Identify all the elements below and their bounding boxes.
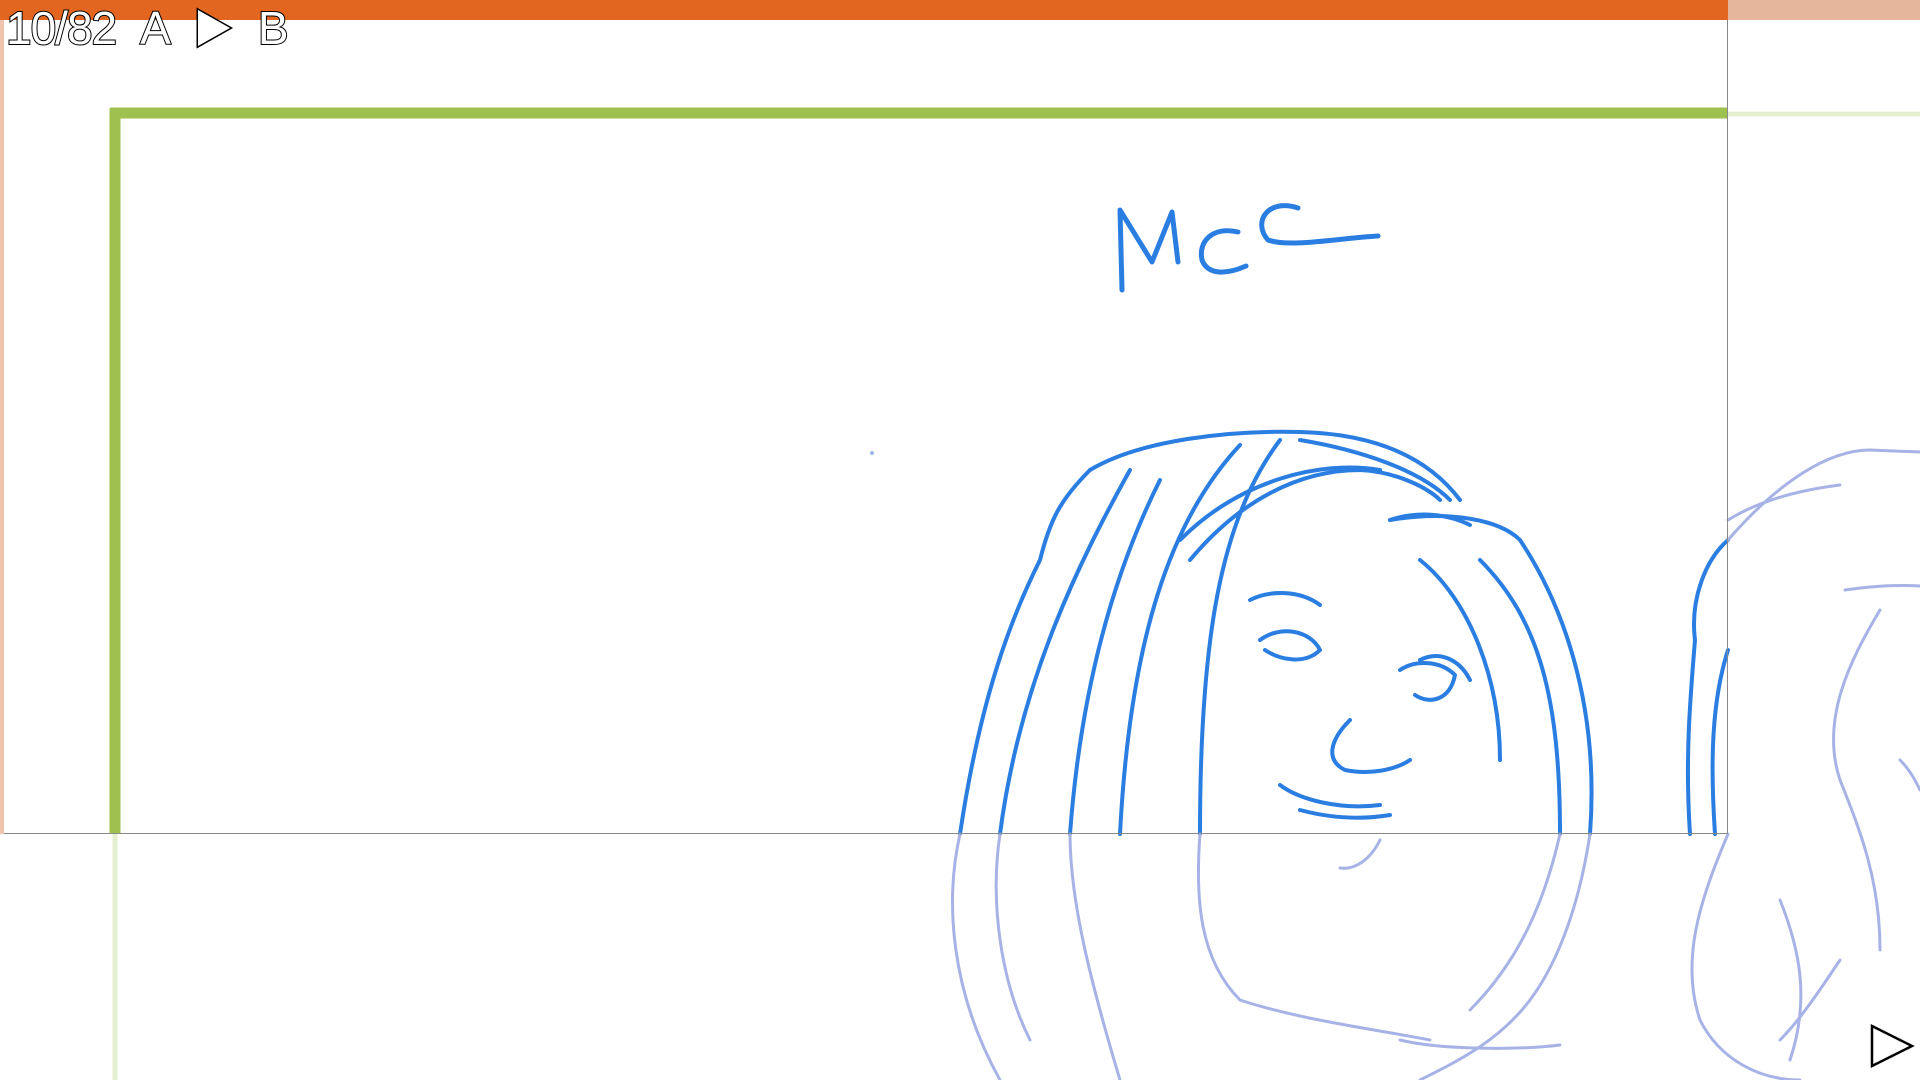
panel-frame [109, 107, 1728, 834]
sketch-dot [870, 451, 874, 455]
play-arrow-icon [196, 7, 233, 49]
character-sketch-faded [951, 448, 1920, 1080]
character-sketch [958, 429, 1730, 836]
from-label: A [139, 1, 172, 55]
next-panel-button[interactable] [1868, 1022, 1916, 1070]
panel-frame-faded [112, 111, 1920, 1080]
panel-info: 10/82 A B [5, 1, 290, 55]
left-edge-strip [0, 20, 4, 834]
panel-progress-bar-faded [1728, 0, 1920, 20]
handwritten-text [1117, 203, 1381, 293]
to-label: B [257, 1, 290, 55]
storyboard-stage: 10/82 A B [0, 0, 1920, 1080]
panel-counter: 10/82 [5, 1, 118, 55]
drawing-canvas[interactable] [0, 0, 1920, 1080]
